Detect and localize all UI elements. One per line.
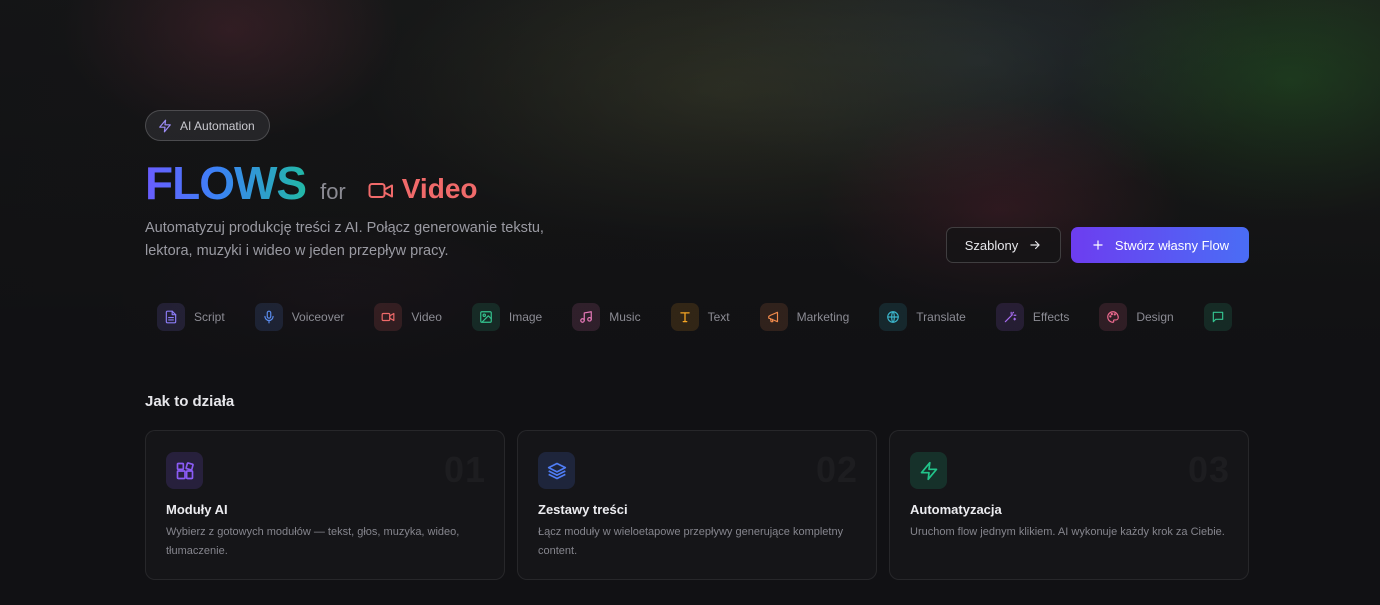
image-icon — [471, 303, 500, 331]
message-icon — [1203, 303, 1232, 331]
arrow-right-icon — [1030, 240, 1040, 250]
category-image[interactable]: Image — [471, 303, 543, 331]
category-label: Effects — [1032, 310, 1070, 324]
step-description: Wybierz z gotowych modułów — tekst, głos… — [166, 526, 460, 557]
create-flow-label: Stwórz własny Flow — [1114, 237, 1230, 253]
templates-button-label: Szablony — [964, 237, 1019, 253]
category-chat[interactable] — [1203, 303, 1232, 331]
video-icon — [374, 303, 403, 331]
step-title: Moduły AI — [166, 502, 228, 517]
category-label: Script — [194, 310, 225, 324]
plus-icon — [1093, 240, 1103, 250]
category-script[interactable]: Script — [157, 303, 225, 331]
layers-icon — [538, 452, 575, 489]
ai-automation-badge: AI Automation — [145, 110, 270, 141]
category-label: Design — [1136, 310, 1174, 324]
step-card-content-sets: 02 Zestawy treści Łącz moduły w wieloeta… — [517, 430, 877, 580]
step-description: Uruchom flow jednym klikiem. AI wykonuje… — [910, 526, 1225, 538]
step-title: Automatyzacja — [910, 502, 1002, 517]
wand-icon — [995, 303, 1024, 331]
category-translate[interactable]: Translate — [879, 303, 966, 331]
type-icon — [670, 303, 699, 331]
hero-section: AI Automation FLOWS for Video Automatyzu… — [0, 0, 1380, 380]
title-target: Video — [368, 173, 478, 205]
palette-icon — [1099, 303, 1128, 331]
megaphone-icon — [759, 303, 788, 331]
zap-icon — [159, 119, 171, 132]
category-video[interactable]: Video — [374, 303, 442, 331]
category-label: Image — [508, 310, 543, 324]
category-label: Voiceover — [291, 310, 345, 324]
category-effects[interactable]: Effects — [995, 303, 1070, 331]
title-video: Video — [401, 173, 478, 204]
category-design[interactable]: Design — [1099, 303, 1174, 331]
category-bar: Script Voiceover Video Image Music Text … — [157, 303, 1232, 331]
templates-button[interactable]: Szablony — [946, 227, 1061, 263]
category-label: Video — [411, 310, 442, 324]
video-icon — [368, 183, 393, 198]
step-number: 01 — [444, 449, 486, 491]
how-it-works-title: Jak to działa — [145, 393, 235, 410]
file-text-icon — [157, 303, 185, 331]
flows-title: FLOWS — [145, 157, 307, 209]
zap-icon — [910, 452, 947, 489]
category-music[interactable]: Music — [572, 303, 641, 331]
blocks-icon — [166, 452, 203, 489]
globe-icon — [879, 303, 908, 331]
create-flow-button[interactable]: Stwórz własny Flow — [1071, 227, 1249, 263]
category-marketing[interactable]: Marketing — [759, 303, 850, 331]
step-number: 03 — [1188, 449, 1230, 491]
category-voiceover[interactable]: Voiceover — [254, 303, 345, 331]
step-card-automation: 03 Automatyzacja Uruchom flow jednym kli… — [889, 430, 1249, 580]
step-card-ai-modules: 01 Moduły AI Wybierz z gotowych modułów … — [145, 430, 505, 580]
step-title: Zestawy treści — [538, 502, 628, 517]
hero-subtitle: Automatyzuj produkcję treści z AI. Połąc… — [145, 220, 544, 259]
page-title: FLOWS for Video — [145, 156, 478, 210]
category-label: Music — [609, 310, 641, 324]
category-label: Text — [707, 310, 730, 324]
category-label: Marketing — [796, 310, 850, 324]
category-label: Translate — [916, 310, 966, 324]
music-icon — [572, 303, 601, 331]
badge-label: AI Automation — [180, 118, 255, 133]
step-description: Łącz moduły w wieloetapowe przepływy gen… — [538, 526, 844, 557]
mic-icon — [254, 303, 283, 331]
title-for: for — [320, 179, 346, 204]
category-text[interactable]: Text — [670, 303, 730, 331]
step-number: 02 — [816, 449, 858, 491]
